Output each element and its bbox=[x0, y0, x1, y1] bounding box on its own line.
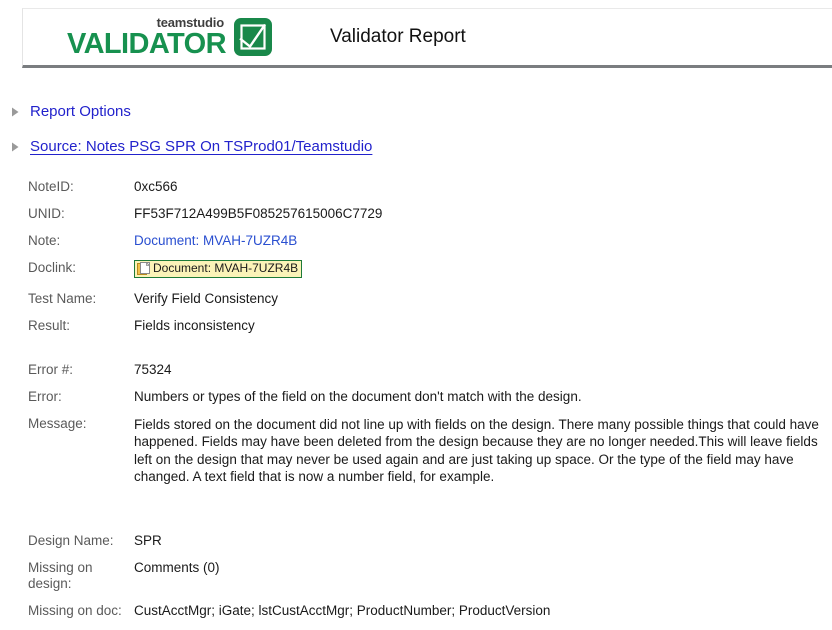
field-label-doclink: Doclink: bbox=[28, 260, 77, 275]
field-row-error: Error: Numbers or types of the field on … bbox=[28, 389, 828, 405]
checkbox-check-icon bbox=[233, 18, 272, 56]
page-title: Validator Report bbox=[329, 26, 466, 47]
disclosure-report-options[interactable]: Report Options bbox=[8, 103, 131, 120]
report-detail-fields: NoteID: 0xc566 UNID: FF53F712A499B5F0852… bbox=[28, 179, 828, 630]
field-value-error-number: 75324 bbox=[134, 361, 172, 377]
doclink-label: Document: MVAH-7UZR4B bbox=[153, 261, 299, 275]
field-row-note: Note: Document: MVAH-7UZR4B bbox=[28, 233, 828, 249]
logo-brand-small: teamstudio bbox=[156, 14, 225, 30]
field-value-doclink: Document: MVAH-7UZR4B bbox=[134, 260, 828, 280]
field-row-message: Message: Fields stored on the document d… bbox=[28, 416, 828, 486]
field-row-result: Result: Fields inconsistency bbox=[28, 318, 828, 334]
field-row-design-name: Design Name: SPR bbox=[28, 533, 828, 549]
field-label-missing-on-design: Missing on design: bbox=[28, 559, 93, 591]
teamstudio-validator-logo: teamstudio VALIDATOR bbox=[67, 16, 272, 59]
logo-wordmark: teamstudio VALIDATOR bbox=[67, 14, 227, 60]
logo-brand-large: VALIDATOR bbox=[67, 27, 227, 60]
field-value-message: Fields stored on the document did not li… bbox=[134, 416, 819, 485]
disclosure-label-report-options[interactable]: Report Options bbox=[30, 103, 131, 120]
field-label-test-name: Test Name: bbox=[28, 290, 97, 306]
field-row-missing-on-design: Missing on design: Comments (0) bbox=[28, 560, 828, 592]
field-row-error-number: Error #: 75324 bbox=[28, 362, 828, 378]
doclink-chip[interactable]: Document: MVAH-7UZR4B bbox=[134, 260, 303, 278]
triangle-right-icon[interactable] bbox=[8, 140, 22, 154]
field-label-unid: UNID: bbox=[28, 206, 65, 221]
field-label-design-name: Design Name: bbox=[28, 532, 114, 548]
document-icon bbox=[137, 261, 150, 276]
field-value-error: Numbers or types of the field on the doc… bbox=[134, 388, 582, 404]
field-row-test-name: Test Name: Verify Field Consistency bbox=[28, 291, 828, 307]
field-value-test-name: Verify Field Consistency bbox=[134, 290, 279, 306]
field-value-design-name: SPR bbox=[134, 532, 162, 548]
field-label-note-id: NoteID: bbox=[28, 179, 74, 194]
field-value-result: Fields inconsistency bbox=[134, 317, 255, 333]
report-header: teamstudio VALIDATOR Validator Report bbox=[22, 8, 832, 68]
field-label-error: Error: bbox=[28, 388, 62, 404]
field-value-missing-on-design: Comments (0) bbox=[134, 559, 220, 575]
field-value-note-link[interactable]: Document: MVAH-7UZR4B bbox=[134, 233, 828, 249]
field-row-unid: UNID: FF53F712A499B5F085257615006C7729 bbox=[28, 206, 828, 222]
field-label-error-number: Error #: bbox=[28, 361, 74, 377]
field-row-note-id: NoteID: 0xc566 bbox=[28, 179, 828, 195]
field-label-result: Result: bbox=[28, 317, 71, 333]
field-value-unid: FF53F712A499B5F085257615006C7729 bbox=[134, 206, 383, 221]
disclosure-source[interactable]: Source: Notes PSG SPR On TSProd01/Teamst… bbox=[8, 138, 372, 155]
triangle-right-icon[interactable] bbox=[8, 105, 22, 119]
field-label-message: Message: bbox=[28, 415, 87, 431]
field-row-doclink: Doclink: Document: MVAH-7UZR4B bbox=[28, 260, 828, 280]
field-label-note: Note: bbox=[28, 233, 61, 248]
disclosure-label-source[interactable]: Source: Notes PSG SPR On TSProd01/Teamst… bbox=[30, 138, 372, 155]
field-value-note-id: 0xc566 bbox=[134, 179, 178, 194]
